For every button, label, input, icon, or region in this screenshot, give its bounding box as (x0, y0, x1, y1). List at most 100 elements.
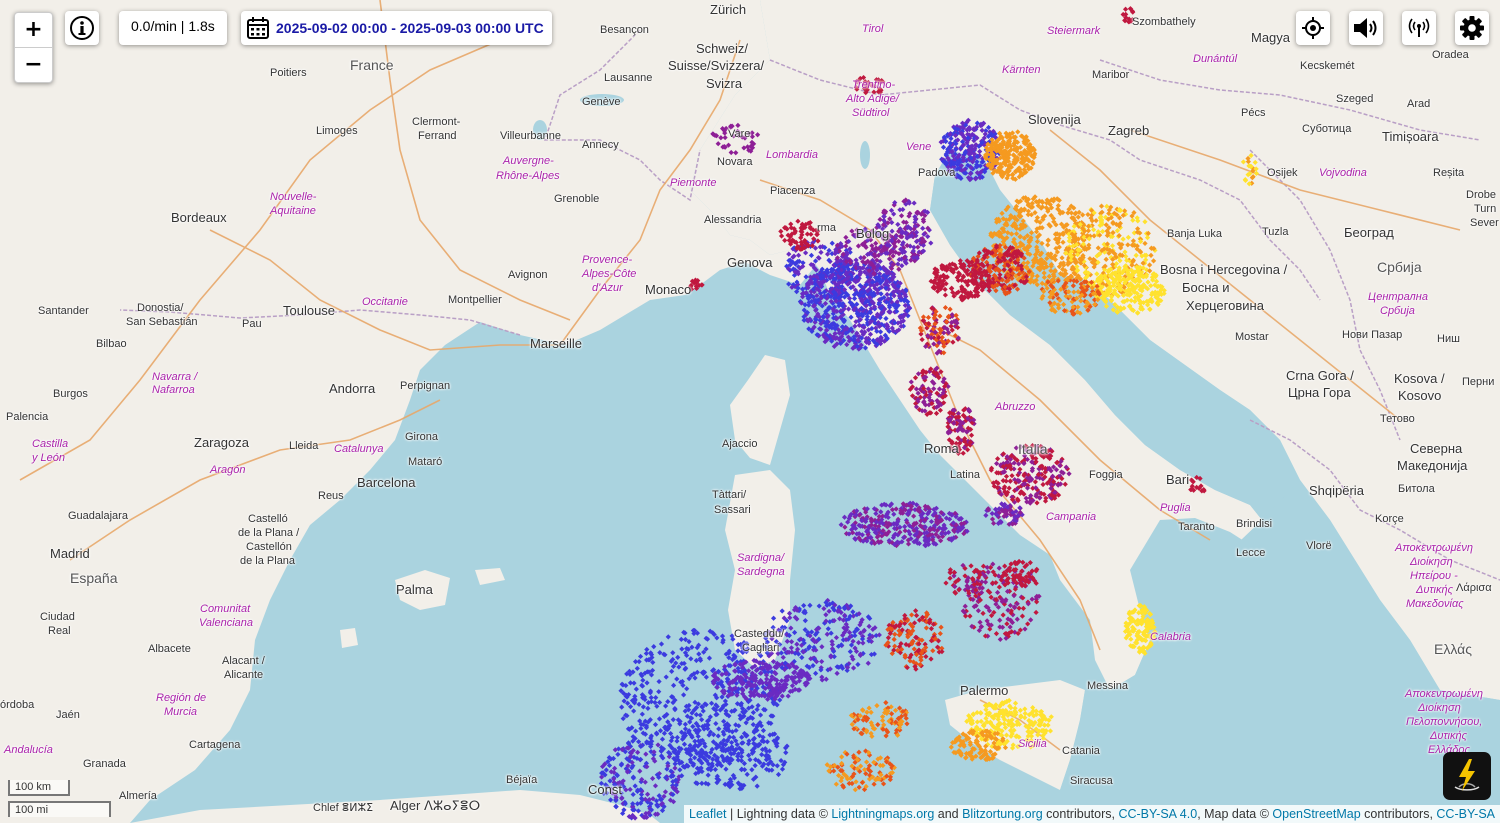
country-label: Magya (1251, 30, 1291, 45)
country-label: Kosovo (1398, 388, 1442, 403)
info-icon (70, 16, 94, 40)
city-label: Clermont- (412, 116, 461, 128)
region-label: Campania (1046, 511, 1097, 523)
region-label: Alto Adige/ (846, 93, 899, 105)
region-label: Србија (1380, 305, 1415, 317)
date-range-button[interactable]: 2025-09-02 00:00 - 2025-09-03 00:00 UTC (241, 11, 552, 45)
settings-button[interactable] (1455, 11, 1489, 45)
city-label: Mostar (1235, 331, 1269, 343)
sound-icon (1354, 18, 1377, 38)
city-label: Granada (83, 758, 126, 770)
city-label: Taranto (1178, 521, 1215, 533)
region-label: Δυτικής (1416, 584, 1453, 596)
map-attribution: Leaflet | Lightning data © Lightningmaps… (684, 805, 1500, 823)
region-label: Navarra / (152, 371, 198, 383)
region-label: Piemonte (670, 177, 717, 189)
city-label: Korçe (1375, 513, 1404, 525)
city-label: Palma (396, 582, 433, 597)
region-label: Abruzzo (995, 401, 1036, 413)
city-label: Alicante (224, 669, 264, 681)
country-label: Босна и (1182, 280, 1230, 295)
lightningmaps-logo-button[interactable] (1443, 752, 1491, 800)
map-canvas[interactable]: Zürich Besançon Schweiz/ Suisse/Svizzera… (0, 0, 1500, 823)
region-label: Trentino- (852, 79, 896, 91)
country-label: Ελλάς (1434, 641, 1472, 657)
date-range-text: 2025-09-02 00:00 - 2025-09-03 00:00 UTC (276, 20, 544, 36)
city-label: de la Plana (240, 555, 296, 567)
city-label: Битола (1398, 483, 1435, 495)
city-label: Banja Luka (1167, 228, 1223, 240)
city-label: Messina (1087, 680, 1128, 692)
zoom-in-button[interactable]: + (15, 13, 52, 47)
stations-button[interactable] (1402, 11, 1436, 45)
city-label: Barcelona (357, 475, 416, 490)
country-label: España (70, 570, 118, 586)
city-label: Zagreb (1108, 123, 1150, 138)
region-label: Vojvodina (1319, 167, 1367, 179)
city-label: órdoba (0, 699, 35, 711)
city-label: Alessandria (704, 214, 762, 226)
city-label: Bordeaux (171, 210, 227, 225)
city-label: Madrid (50, 546, 90, 561)
city-label: Нови Пазар (1342, 329, 1403, 341)
strike-rate-display: 0.0/min | 1.8s (119, 11, 227, 45)
region-label: Puglia (1160, 502, 1191, 514)
zoom-control: + − (14, 12, 53, 83)
cc-by-sa-4-link[interactable]: CC-BY-SA 4.0 (1118, 807, 1197, 821)
region-label: Αποκεντρωμένη (1395, 542, 1473, 554)
city-label: Real (48, 625, 71, 637)
region-label: Provence- (582, 254, 633, 266)
city-label: Kecskemét (1300, 60, 1355, 72)
city-label: Catania (1062, 745, 1100, 757)
leaflet-link[interactable]: Leaflet (689, 807, 727, 821)
city-label: Ajaccio (722, 438, 758, 450)
region-label: Murcia (164, 706, 198, 718)
country-label: Македонија (1397, 458, 1468, 473)
city-label: Београд (1344, 225, 1394, 240)
cc-by-sa-link[interactable]: CC-BY-SA (1436, 807, 1495, 821)
city-label: Siracusa (1070, 775, 1113, 787)
city-label: Monaco (645, 282, 692, 297)
city-label: San Sebastián (126, 316, 198, 328)
calendar-icon (247, 17, 269, 39)
city-label: Brindisi (1236, 518, 1273, 530)
region-label: Nouvelle- (270, 191, 317, 203)
city-label: Jaén (56, 709, 80, 721)
sound-toggle-button[interactable] (1349, 11, 1383, 45)
city-label: Tuzla (1262, 226, 1289, 238)
attribution-text: contributors, (1360, 807, 1437, 821)
city-label: Burgos (53, 388, 88, 400)
city-label: Cagliari (742, 642, 780, 654)
locate-button[interactable] (1296, 11, 1330, 45)
country-label: Italia (1018, 441, 1048, 457)
region-label: Valenciana (199, 617, 254, 629)
blitzortung-link[interactable]: Blitzortung.org (962, 807, 1043, 821)
city-label: Almería (119, 790, 157, 802)
city-label: Bilbao (96, 338, 127, 350)
city-label: Bari (1166, 472, 1190, 487)
city-label: Const (588, 782, 622, 797)
country-label: Kosova / (1394, 371, 1445, 386)
info-button[interactable] (65, 11, 99, 45)
zoom-out-button[interactable]: − (15, 47, 52, 82)
city-label: Castelló (248, 513, 288, 525)
lightning-bolt-icon (1454, 759, 1480, 791)
openstreetmap-link[interactable]: OpenStreetMap (1272, 807, 1360, 821)
lightningmaps-link[interactable]: Lightningmaps.org (831, 807, 934, 821)
city-label: Casteddu/ (734, 628, 785, 640)
region-label: Sardigna/ (737, 552, 785, 564)
city-label: Guadalajara (68, 510, 128, 522)
country-label: Црна Гора (1288, 385, 1351, 400)
city-label: Turn (1474, 203, 1497, 215)
city-label: Limoges (316, 125, 358, 137)
city-label: Vare (728, 128, 751, 140)
city-label: Girona (405, 431, 439, 443)
country-label: Svizra (706, 76, 743, 91)
city-label: Суботица (1302, 123, 1352, 135)
region-label: Δυτικής (1430, 730, 1467, 742)
city-label: Vlorë (1306, 540, 1332, 552)
city-label: Oradea (1432, 49, 1469, 61)
region-label: Castilla (32, 438, 69, 450)
city-label: Latina (950, 469, 980, 481)
city-label: Toulouse (283, 303, 336, 318)
